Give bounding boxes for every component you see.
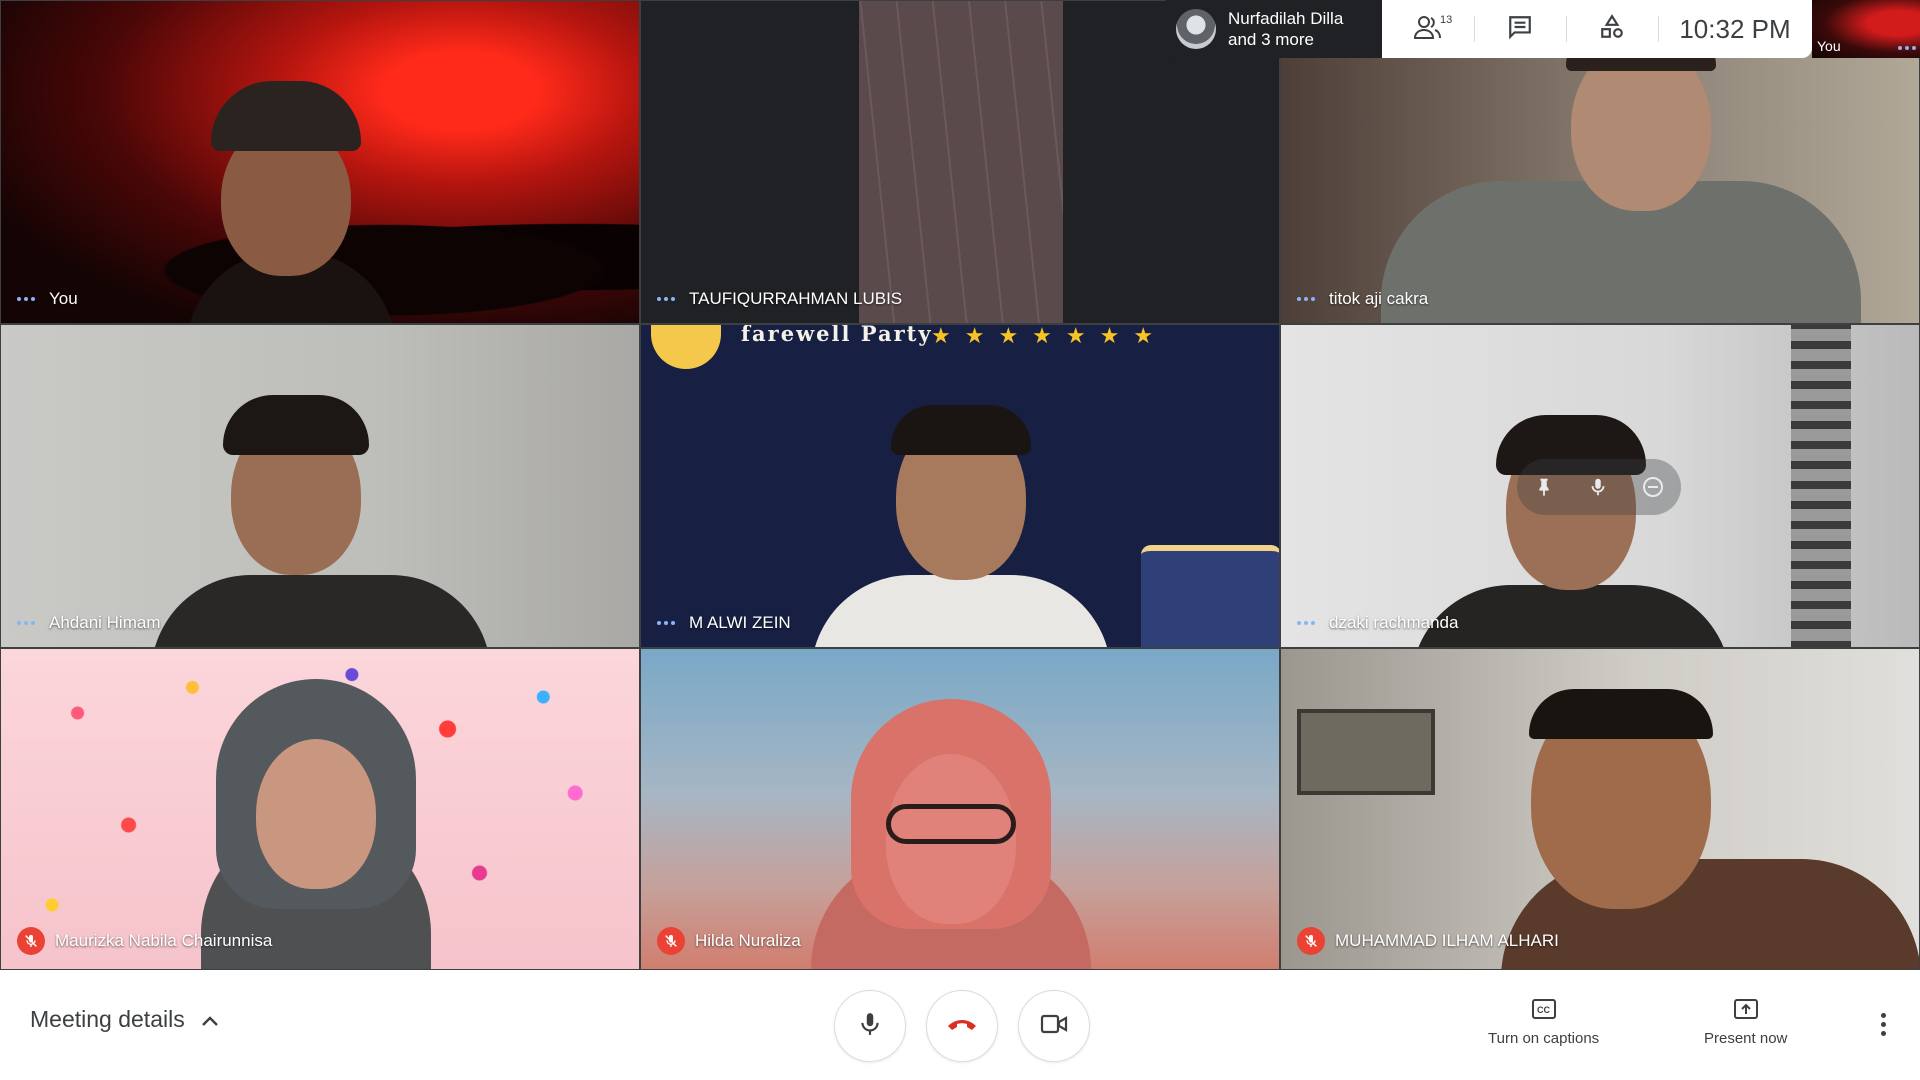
participant-video [1381, 31, 1861, 323]
shapes-icon [1599, 13, 1625, 45]
microphone-button[interactable] [834, 990, 906, 1062]
participant-name: dzaki rachmanda [1329, 613, 1459, 632]
video-grid: You TAUFIQURRAHMAN LUBIS titok aji cakra [0, 0, 1920, 970]
camera-feed [859, 1, 1063, 323]
participant-name-label: titok aji cakra [1297, 289, 1428, 309]
activities-button[interactable] [1566, 0, 1658, 58]
participant-name-label: MUHAMMAD ILHAM ALHARI [1297, 927, 1559, 955]
participant-name-label: Maurizka Nabila Chairunnisa [17, 927, 272, 955]
audio-indicator-icon [1297, 621, 1319, 625]
presenting-indicator[interactable]: Nurfadilah Dilla and 3 more [1166, 0, 1382, 58]
present-label: Present now [1704, 1030, 1788, 1047]
participant-name-label: TAUFIQURRAHMAN LUBIS [657, 289, 902, 309]
audio-indicator-icon [657, 621, 679, 625]
participant-name-label: Ahdani Himam [17, 613, 161, 633]
chat-icon [1507, 14, 1533, 45]
people-icon [1413, 14, 1443, 45]
meeting-details-label: Meeting details [30, 1006, 185, 1032]
participant-name-label: You [17, 289, 78, 309]
mic-icon [857, 1011, 883, 1042]
participant-name: Hilda Nuraliza [695, 931, 801, 950]
meeting-details-button[interactable]: Meeting details [30, 1006, 219, 1033]
presenter-text: Nurfadilah Dilla and 3 more [1228, 8, 1343, 50]
video-tile-hilda-nuraliza[interactable]: Hilda Nuraliza [640, 648, 1280, 970]
camera-button[interactable] [1018, 990, 1090, 1062]
window-frame [1791, 325, 1851, 647]
presenter-name: Nurfadilah Dilla [1228, 9, 1344, 28]
captions-button[interactable]: CC Turn on captions [1488, 998, 1599, 1047]
video-tile-ahdani-himam[interactable]: Ahdani Himam [0, 324, 640, 648]
self-view-label: You [1817, 38, 1841, 54]
gift-box-decoration [1141, 545, 1279, 647]
video-tile-muhammad-ilham-alhari[interactable]: MUHAMMAD ILHAM ALHARI [1280, 648, 1920, 970]
people-button[interactable]: 13 [1382, 0, 1474, 58]
muted-mic-icon [17, 927, 45, 955]
cc-icon: CC [1531, 998, 1557, 1024]
mute-participant-icon[interactable] [1587, 476, 1609, 498]
people-count: 13 [1440, 14, 1453, 26]
video-tile-maurizka-nabila-chairunnisa[interactable]: Maurizka Nabila Chairunnisa [0, 648, 640, 970]
camera-icon [1040, 1013, 1068, 1040]
end-call-icon [946, 1014, 978, 1039]
audio-indicator-icon [657, 297, 679, 301]
participant-video [811, 405, 1111, 647]
participant-name-label: M ALWI ZEIN [657, 613, 791, 633]
self-view-thumbnail[interactable]: You [1812, 0, 1920, 58]
self-more-options-icon[interactable] [1898, 46, 1916, 50]
present-now-button[interactable]: Present now [1704, 998, 1787, 1047]
participant-name: Maurizka Nabila Chairunnisa [55, 931, 273, 950]
participant-name: You [49, 289, 78, 308]
stars-decoration: ★★★★★★★ [931, 324, 1168, 348]
svg-text:CC: CC [1537, 1005, 1550, 1015]
wall-poster [1297, 709, 1435, 795]
farewell-banner: farewell Party [741, 324, 933, 346]
participant-video [801, 699, 1101, 969]
chevron-up-icon [201, 1006, 219, 1033]
participant-name: titok aji cakra [1329, 289, 1429, 308]
more-vert-icon [1880, 1012, 1886, 1036]
clock: 10:32 PM [1658, 14, 1812, 45]
presenter-more: and 3 more [1228, 30, 1314, 49]
bottom-toolbar: Meeting details CC Turn on captions Pres… [0, 970, 1920, 1080]
presenter-avatar [1176, 9, 1216, 49]
remove-participant-icon[interactable] [1641, 475, 1665, 499]
captions-label: Turn on captions [1488, 1030, 1600, 1047]
leave-call-button[interactable] [926, 990, 998, 1062]
video-tile-you[interactable]: You [0, 0, 640, 324]
participant-name: MUHAMMAD ILHAM ALHARI [1335, 931, 1559, 950]
participant-video [1501, 689, 1919, 969]
participant-name-label: dzaki rachmanda [1297, 613, 1458, 633]
participant-name: TAUFIQURRAHMAN LUBIS [689, 289, 903, 308]
audio-indicator-icon [17, 621, 39, 625]
audio-indicator-icon [17, 297, 39, 301]
more-options-button[interactable] [1868, 1006, 1898, 1042]
present-icon [1733, 998, 1759, 1024]
video-tile-dzaki-rachmanda[interactable]: dzaki rachmanda [1280, 324, 1920, 648]
tile-hover-controls [1517, 459, 1681, 515]
video-tile-m-alwi-zein[interactable]: farewell Party ★★★★★★★ M ALWI ZEIN [640, 324, 1280, 648]
audio-indicator-icon [1297, 297, 1319, 301]
muted-mic-icon [657, 927, 685, 955]
muted-mic-icon [1297, 927, 1325, 955]
participant-name: M ALWI ZEIN [689, 613, 791, 632]
pin-icon[interactable] [1533, 476, 1555, 498]
participant-video [151, 395, 491, 647]
participant-name: Ahdani Himam [49, 613, 161, 632]
glasses [886, 804, 1016, 844]
chat-button[interactable] [1474, 0, 1566, 58]
participant-video [1411, 415, 1731, 647]
participant-name-label: Hilda Nuraliza [657, 927, 801, 955]
top-toolbar: 13 10:32 PM [1382, 0, 1812, 58]
call-controls [834, 990, 1090, 1062]
participant-video [176, 81, 406, 323]
